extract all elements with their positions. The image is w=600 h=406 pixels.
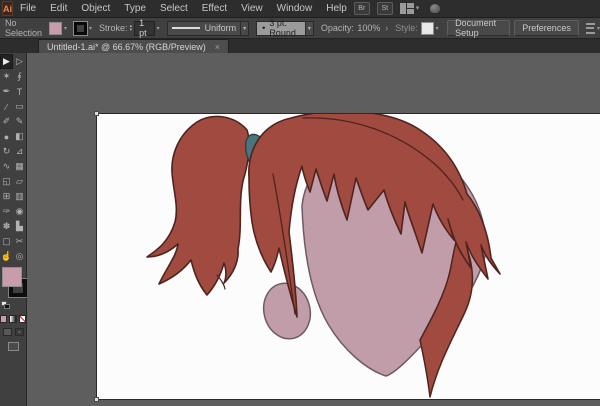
brush-definition-chevron[interactable]: ▾ [306, 21, 314, 36]
chevron-down-icon[interactable]: ▾ [157, 25, 160, 32]
chevron-down-icon[interactable]: ▾ [64, 25, 67, 32]
illustrator-window: Ai File Edit Object Type Select Effect V… [0, 0, 600, 406]
tool-scale[interactable]: ⊿ [13, 144, 26, 159]
stroke-color-swatch[interactable] [74, 22, 87, 35]
menu-effect[interactable]: Effect [195, 0, 234, 17]
chevron-down-icon[interactable]: ▾ [416, 5, 420, 12]
menu-type[interactable]: Type [117, 0, 153, 17]
brush-dot-icon: • [262, 23, 265, 33]
ear-shape[interactable] [258, 278, 316, 343]
close-icon[interactable]: × [215, 42, 220, 52]
tool-eraser[interactable]: ◧ [13, 129, 26, 144]
stroke-weight-stepper[interactable]: ▴▾ [130, 24, 133, 32]
style-label: Style: [395, 23, 418, 33]
width-profile-dropdown[interactable]: Uniform [167, 21, 242, 36]
tool-rectangle[interactable]: ▭ [13, 99, 26, 114]
tools-panel: ▶ ▷ ✶ ∮ ✒ T ∕ ▭ ✐ ✎ ● ◧ ↻ ⊿ ∿ ▦ ◱ ▱ ⊞ ▥ … [0, 53, 27, 406]
tool-blend[interactable]: ◉ [13, 204, 26, 219]
fill-swatch[interactable] [2, 267, 22, 287]
screen-mode-icon[interactable] [8, 342, 19, 351]
gradient-mode-button[interactable] [9, 315, 16, 323]
artboard[interactable] [97, 114, 600, 399]
menu-object[interactable]: Object [74, 0, 117, 17]
fill-color-swatch[interactable] [49, 22, 62, 35]
opacity-value[interactable]: 100% [357, 23, 380, 33]
tool-blob-brush[interactable]: ● [0, 129, 13, 144]
menu-bar: Ai File Edit Object Type Select Effect V… [0, 0, 600, 17]
tool-hand[interactable]: ☝ [0, 249, 13, 264]
tool-free-transform[interactable]: ▦ [13, 159, 26, 174]
document-setup-button[interactable]: Document Setup [447, 20, 510, 36]
tool-paintbrush[interactable]: ✐ [0, 114, 13, 129]
tool-lasso[interactable]: ∮ [13, 69, 26, 84]
cs-live-icon[interactable] [429, 3, 441, 14]
bridge-button[interactable]: Br [354, 2, 370, 15]
color-mode-button[interactable] [0, 315, 7, 323]
draw-inside-icon[interactable] [15, 328, 24, 336]
control-bar: No Selection ▾ ▾ Stroke: ▴▾ 1 pt ▾ Unifo… [0, 17, 600, 39]
tool-gradient[interactable]: ▥ [13, 189, 26, 204]
fill-stroke-indicator [0, 266, 26, 312]
opacity-label: Opacity: [321, 23, 354, 33]
tool-pencil[interactable]: ✎ [13, 114, 26, 129]
stock-button[interactable]: St [377, 2, 393, 15]
menu-view[interactable]: View [234, 0, 270, 17]
tool-perspective-grid[interactable]: ▱ [13, 174, 26, 189]
ponytail-shape[interactable] [147, 116, 249, 295]
tool-selection[interactable]: ▶ [0, 54, 13, 69]
tool-eyedropper[interactable]: ✑ [0, 204, 13, 219]
tool-shape-builder[interactable]: ◱ [0, 174, 13, 189]
menu-help[interactable]: Help [319, 0, 354, 17]
default-swatches-icon[interactable] [1, 301, 10, 309]
style-swatch[interactable] [421, 22, 434, 35]
tool-direct-selection[interactable]: ▷ [13, 54, 26, 69]
tool-magic-wand[interactable]: ✶ [0, 69, 13, 84]
control-bar-options-icon[interactable] [586, 23, 595, 34]
menu-edit[interactable]: Edit [43, 0, 74, 17]
width-profile-chevron[interactable]: ▾ [241, 21, 249, 36]
tool-rotate[interactable]: ↻ [0, 144, 13, 159]
brush-definition-dropdown[interactable]: • 3 pt. Round [256, 21, 306, 36]
tool-zoom[interactable]: ◎ [13, 249, 26, 264]
workspace-switcher-icon[interactable] [400, 3, 414, 14]
artwork-canvas [97, 114, 600, 399]
tool-width[interactable]: ∿ [0, 159, 13, 174]
tool-mesh[interactable]: ⊞ [0, 189, 13, 204]
tool-artboard[interactable]: ▢ [0, 234, 13, 249]
selection-status: No Selection [5, 18, 42, 38]
menu-file[interactable]: File [13, 0, 43, 17]
none-mode-button[interactable] [19, 315, 26, 323]
stroke-label: Stroke: [99, 23, 128, 33]
preferences-button[interactable]: Preferences [514, 20, 579, 36]
tool-line-segment[interactable]: ∕ [0, 99, 13, 114]
stroke-weight-field[interactable]: 1 pt [134, 21, 155, 36]
chevron-down-icon[interactable]: ▾ [89, 25, 92, 32]
document-tab-title: Untitled-1.ai* @ 66.67% (RGB/Preview) [47, 42, 206, 52]
tool-slice[interactable]: ✂ [13, 234, 26, 249]
tool-type[interactable]: T [13, 84, 26, 99]
stroke-profile-line-icon [172, 27, 200, 29]
document-tab[interactable]: Untitled-1.ai* @ 66.67% (RGB/Preview) × [38, 39, 229, 53]
draw-normal-icon[interactable] [3, 328, 12, 336]
tool-symbol-sprayer[interactable]: ✽ [0, 219, 13, 234]
tool-column-graph[interactable]: ▙ [13, 219, 26, 234]
chevron-down-icon[interactable]: ▾ [436, 25, 439, 32]
tool-pen[interactable]: ✒ [0, 84, 13, 99]
menu-window[interactable]: Window [270, 0, 320, 17]
canvas-pasteboard[interactable] [27, 53, 600, 406]
menu-select[interactable]: Select [153, 0, 195, 17]
app-logo: Ai [2, 1, 13, 16]
document-tab-strip: Untitled-1.ai* @ 66.67% (RGB/Preview) × [0, 39, 600, 53]
opacity-arrow-icon[interactable]: › [385, 23, 388, 33]
